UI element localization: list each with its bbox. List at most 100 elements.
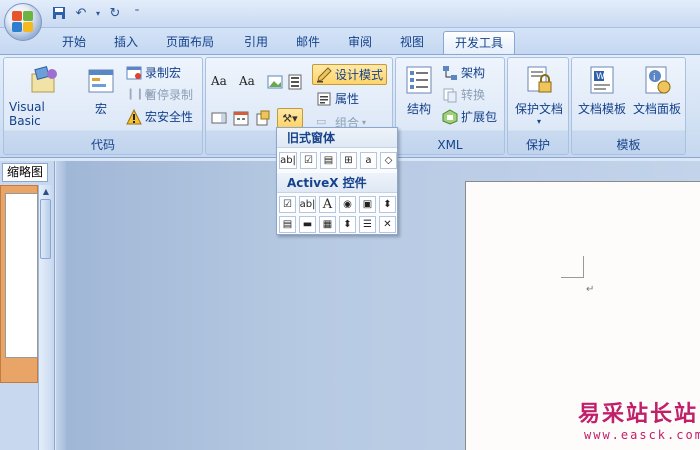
site-watermark: 易采站长站 www.easck.com	[578, 396, 700, 442]
legacy-forms-header: 旧式窗体	[277, 128, 397, 148]
legacy-frame-icon[interactable]: ⊞	[340, 152, 357, 169]
legacy-reset-icon[interactable]: ◇	[380, 152, 397, 169]
thumbnail-tab[interactable]: 缩略图	[2, 163, 48, 182]
quick-access-toolbar: ↶ ▾ ↻ ⁼	[50, 4, 146, 22]
schema-label: 架构	[461, 66, 486, 80]
expansion-pack-label: 扩展包	[461, 110, 498, 124]
xml-group: 结构 架构 转换 扩展包 XML	[395, 57, 505, 155]
legacy-dropdown-icon[interactable]: ▤	[320, 152, 337, 169]
structure-button[interactable]: 结构	[400, 64, 438, 117]
office-button[interactable]	[4, 3, 42, 41]
page-thumbnail[interactable]	[0, 185, 38, 383]
schema-icon	[442, 65, 458, 81]
document-template-button[interactable]: W 文档模板	[576, 64, 628, 117]
properties-button[interactable]: 属性	[316, 90, 359, 107]
protect-dropdown-icon: ▾	[536, 117, 541, 126]
pause-icon: ❙❙◉	[126, 86, 155, 100]
dropdown-list-control-icon[interactable]	[211, 110, 227, 126]
macros-icon	[85, 64, 117, 96]
protect-document-icon	[523, 64, 555, 96]
vertical-ruler	[56, 161, 66, 450]
activex-option-button-icon[interactable]: ◉	[339, 196, 356, 213]
visual-basic-label: Visual Basic	[9, 100, 45, 128]
legacy-controls-row: ab| ☑ ▤ ⊞ a ◇	[279, 152, 397, 169]
schema-button[interactable]: 架构	[442, 64, 485, 81]
design-mode-button[interactable]: 设计模式	[312, 64, 388, 85]
record-macro-button[interactable]: 录制宏	[126, 64, 181, 81]
activex-checkbox-icon[interactable]: ☑	[279, 196, 296, 213]
document-panel-label: 文档面板	[632, 102, 681, 116]
activex-combobox-icon[interactable]: ▦	[319, 216, 336, 233]
templates-group: W 文档模板 i 文档面板 模板	[571, 57, 686, 155]
rich-text-control-icon[interactable]: Aa	[211, 74, 227, 90]
structure-icon	[403, 64, 435, 96]
activex-listbox-icon[interactable]: ▤	[279, 216, 296, 233]
legacy-tools-button[interactable]: ⚒▾	[277, 108, 303, 128]
tab-references[interactable]: 引用	[234, 31, 278, 54]
tab-developer[interactable]: 开发工具	[443, 31, 515, 54]
activex-row-2: ▤ ▬ ▦ ⬍ ☰ ✕	[279, 216, 396, 233]
building-block-control-icon[interactable]	[255, 110, 271, 126]
redo-icon[interactable]: ↻	[106, 4, 124, 22]
tab-home[interactable]: 开始	[52, 31, 96, 54]
tab-page-layout[interactable]: 页面布局	[158, 31, 222, 54]
document-panel-button[interactable]: i 文档面板	[630, 64, 684, 117]
tab-mailings[interactable]: 邮件	[286, 31, 330, 54]
macro-security-button[interactable]: 宏安全性	[126, 108, 193, 125]
transform-icon	[442, 87, 458, 103]
save-icon[interactable]	[50, 4, 68, 22]
pause-recording-button[interactable]: ❙❙◉ 暂停录制	[126, 86, 193, 103]
scroll-up-icon[interactable]: ▲	[41, 187, 51, 197]
office-logo-icon	[12, 11, 34, 33]
group-dropdown-icon: ▾	[362, 118, 367, 127]
activex-tools-icon[interactable]: ✕	[379, 216, 396, 233]
visual-basic-icon	[28, 64, 60, 96]
activex-textbox-icon[interactable]: ab|	[299, 196, 316, 213]
title-bar: ↶ ▾ ↻ ⁼	[0, 0, 700, 41]
controls-row-2: ⚒▾	[211, 108, 303, 128]
expansion-pack-button[interactable]: 扩展包	[442, 108, 497, 125]
date-picker-control-icon[interactable]	[233, 110, 249, 126]
document-panel-icon: i	[641, 64, 673, 96]
tab-review[interactable]: 审阅	[338, 31, 382, 54]
activex-header: ActiveX 控件	[277, 173, 397, 193]
visual-basic-button[interactable]: Visual Basic	[9, 64, 79, 128]
tab-view[interactable]: 视图	[390, 31, 434, 54]
plain-text-control-icon[interactable]: Aa	[239, 74, 255, 90]
activex-scrollbar-icon[interactable]: ⬍	[339, 216, 356, 233]
document-template-label: 文档模板	[577, 102, 626, 116]
transform-button[interactable]: 转换	[442, 86, 485, 103]
record-macro-icon	[126, 65, 142, 81]
design-mode-label: 设计模式	[335, 68, 384, 82]
activex-image-icon[interactable]: ▣	[359, 196, 376, 213]
protect-group: 保护文档 ▾ 保护	[507, 57, 569, 155]
code-group-label: 代码	[90, 138, 115, 152]
svg-text:i: i	[653, 73, 656, 83]
customize-toolbar-icon[interactable]: ⁼	[128, 4, 146, 22]
undo-dropdown-icon[interactable]: ▾	[94, 4, 102, 22]
legacy-text-field-icon[interactable]: ab|	[279, 152, 297, 169]
tab-insert[interactable]: 插入	[104, 31, 148, 54]
svg-text:W: W	[596, 72, 605, 82]
legacy-tools-dropdown: 旧式窗体 ab| ☑ ▤ ⊞ a ◇ ActiveX 控件 ☑ ab| A ◉ …	[276, 127, 398, 235]
watermark-text: 易采站长站	[578, 401, 699, 427]
undo-icon[interactable]: ↶	[72, 4, 90, 22]
design-mode-icon	[316, 66, 332, 83]
activex-toggle-icon[interactable]: ▬	[299, 216, 316, 233]
activex-more-controls-icon[interactable]: ☰	[359, 216, 376, 233]
macros-button[interactable]: 宏	[84, 64, 118, 117]
protect-document-button[interactable]: 保护文档 ▾	[510, 64, 568, 126]
transform-label: 转换	[461, 88, 486, 102]
xml-group-label: XML	[437, 138, 463, 152]
combo-box-control-icon[interactable]	[287, 74, 303, 90]
activex-spin-button-icon[interactable]: ⬍	[379, 196, 396, 213]
legacy-checkbox-icon[interactable]: ☑	[300, 152, 317, 169]
thumbnail-scrollbar[interactable]: ▲	[38, 185, 52, 450]
legacy-shading-icon[interactable]: a	[360, 152, 377, 169]
thumbnail-pane: 缩略图 ▲	[0, 161, 55, 450]
protect-document-label: 保护文档	[514, 102, 563, 116]
activex-label-icon[interactable]: A	[319, 196, 336, 213]
scrollbar-thumb[interactable]	[40, 199, 51, 259]
page-thumbnail-content	[5, 193, 38, 358]
picture-control-icon[interactable]	[267, 74, 283, 90]
